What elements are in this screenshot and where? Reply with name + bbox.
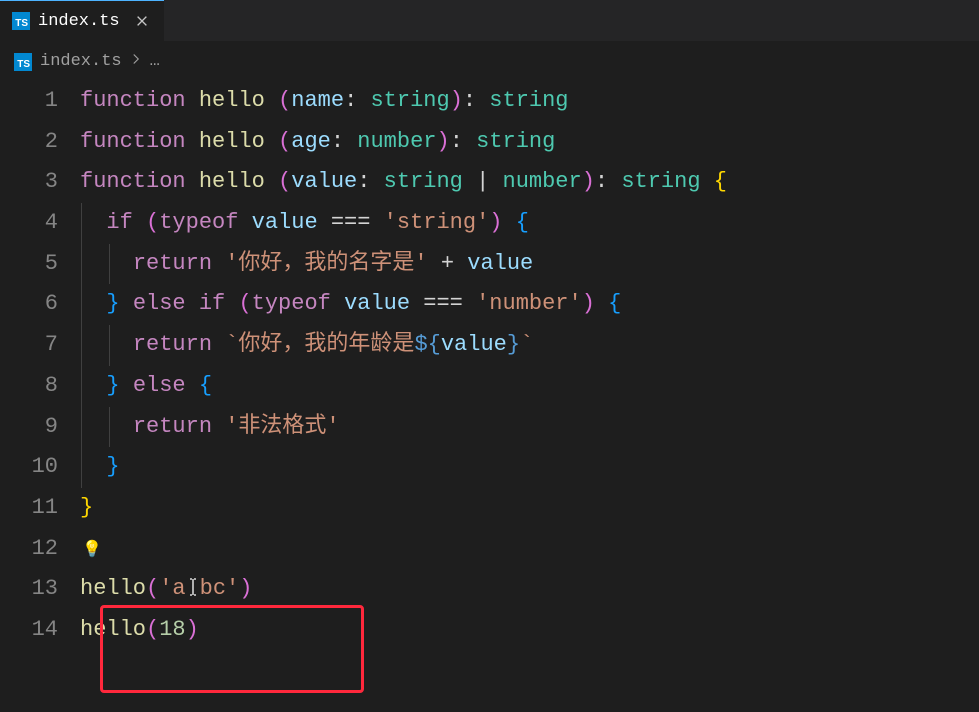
code-content[interactable]: hello(18): [80, 610, 979, 651]
line-number: 4: [0, 203, 80, 244]
line-number: 5: [0, 244, 80, 285]
line-number: 9: [0, 407, 80, 448]
code-line[interactable]: 13hello('abc'): [0, 569, 979, 610]
indent-guide: [81, 366, 82, 407]
code-content[interactable]: return '你好，我的名字是' + value: [80, 244, 979, 285]
line-number: 12: [0, 529, 80, 570]
indent-guide: [81, 447, 82, 488]
code-line[interactable]: 6 } else if (typeof value === 'number') …: [0, 284, 979, 325]
indent-guide: [81, 203, 82, 244]
line-number: 2: [0, 122, 80, 163]
line-number: 1: [0, 81, 80, 122]
code-content[interactable]: return '非法格式': [80, 407, 979, 448]
code-content[interactable]: return `你好，我的年龄是${value}`: [80, 325, 979, 366]
indent-guide: [81, 244, 82, 285]
indent-guide: [109, 244, 110, 285]
code-line[interactable]: 1function hello (name: string): string: [0, 81, 979, 122]
indent-guide: [109, 407, 110, 448]
code-editor[interactable]: 1function hello (name: string): string2f…: [0, 77, 979, 651]
code-line[interactable]: 11}: [0, 488, 979, 529]
code-line[interactable]: 2function hello (age: number): string: [0, 122, 979, 163]
line-number: 13: [0, 569, 80, 610]
tab-filename: index.ts: [38, 12, 120, 31]
line-number: 10: [0, 447, 80, 488]
code-content[interactable]: function hello (age: number): string: [80, 122, 979, 163]
typescript-icon: TS: [12, 12, 30, 30]
text-cursor-icon: [186, 577, 200, 603]
line-number: 7: [0, 325, 80, 366]
code-line[interactable]: 10 }: [0, 447, 979, 488]
code-content[interactable]: hello('abc'): [80, 569, 979, 610]
indent-guide: [81, 325, 82, 366]
code-line[interactable]: 12💡: [0, 529, 979, 570]
indent-guide: [109, 325, 110, 366]
code-line[interactable]: 7 return `你好，我的年龄是${value}`: [0, 325, 979, 366]
line-number: 3: [0, 162, 80, 203]
code-content[interactable]: function hello (name: string): string: [80, 81, 979, 122]
code-line[interactable]: 9 return '非法格式': [0, 407, 979, 448]
code-content[interactable]: } else {: [80, 366, 979, 407]
breadcrumb-filename: index.ts: [40, 52, 122, 71]
tab-bar: TS index.ts: [0, 0, 979, 42]
code-line[interactable]: 14hello(18): [0, 610, 979, 651]
close-icon[interactable]: [132, 11, 152, 31]
line-number: 14: [0, 610, 80, 651]
code-line[interactable]: 5 return '你好，我的名字是' + value: [0, 244, 979, 285]
code-line[interactable]: 4 if (typeof value === 'string') {: [0, 203, 979, 244]
line-number: 11: [0, 488, 80, 529]
line-number: 6: [0, 284, 80, 325]
breadcrumb-ellipsis[interactable]: …: [150, 52, 160, 71]
code-content[interactable]: }: [80, 447, 979, 488]
code-content[interactable]: function hello (value: string | number):…: [80, 162, 979, 203]
code-line[interactable]: 8 } else {: [0, 366, 979, 407]
code-content[interactable]: }: [80, 488, 979, 529]
code-content[interactable]: } else if (typeof value === 'number') {: [80, 284, 979, 325]
code-content[interactable]: 💡: [80, 529, 979, 570]
indent-guide: [81, 284, 82, 325]
tab-index-ts[interactable]: TS index.ts: [0, 0, 164, 41]
indent-guide: [81, 407, 82, 448]
code-content[interactable]: if (typeof value === 'string') {: [80, 203, 979, 244]
chevron-right-icon: [130, 52, 142, 71]
code-line[interactable]: 3function hello (value: string | number)…: [0, 162, 979, 203]
line-number: 8: [0, 366, 80, 407]
breadcrumb[interactable]: TS index.ts …: [0, 42, 979, 77]
typescript-icon: TS: [14, 53, 32, 71]
